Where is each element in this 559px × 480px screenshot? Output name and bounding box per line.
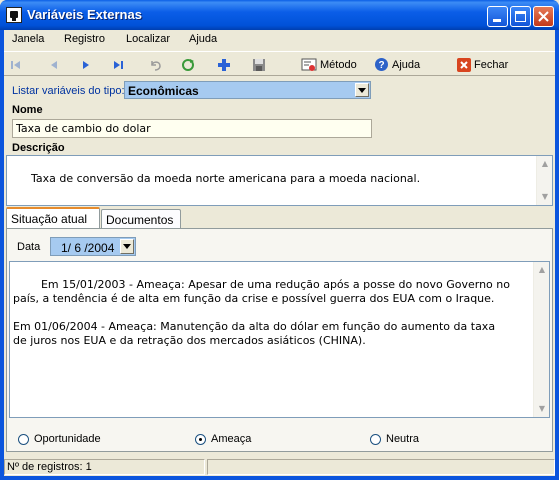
radio-oportunidade[interactable]: Oportunidade (18, 433, 101, 445)
descricao-scrollbar[interactable]: ▲ ▼ (536, 156, 552, 205)
menu-ajuda[interactable]: Ajuda (189, 33, 217, 45)
status-panel-empty (207, 459, 555, 475)
chevron-down-icon[interactable] (355, 83, 369, 97)
records-count: Nº de registros: 1 (4, 459, 205, 475)
radio-circle[interactable] (370, 433, 381, 445)
menu-localizar[interactable]: Localizar (126, 33, 170, 45)
radio-oportunidade-label: Oportunidade (34, 433, 101, 445)
save-button[interactable] (252, 55, 266, 74)
descricao-textarea[interactable]: Taxa de conversão da moeda norte america… (6, 155, 553, 206)
previous-record-button[interactable] (47, 55, 61, 74)
refresh-button[interactable] (180, 55, 196, 74)
refresh-icon (182, 58, 194, 71)
descricao-label: Descrição (12, 142, 65, 154)
descricao-text: Taxa de conversão da moeda norte america… (30, 172, 421, 185)
date-value: 1/ 6 /2004 (61, 241, 115, 255)
radio-neutra[interactable]: Neutra (370, 433, 419, 445)
status-bar: Nº de registros: 1 (4, 458, 555, 476)
first-record-button[interactable] (9, 55, 23, 74)
undo-icon (151, 60, 161, 71)
close-red-icon (457, 57, 471, 72)
scroll-up-icon[interactable]: ▲ (535, 263, 549, 277)
next-record-icon (83, 60, 89, 69)
radio-circle[interactable] (18, 433, 29, 445)
save-icon (253, 58, 265, 71)
nome-label: Nome (12, 104, 43, 116)
maximize-icon (515, 11, 526, 22)
window-title: Variáveis Externas (27, 7, 142, 22)
minimize-button[interactable] (487, 6, 508, 27)
next-record-button[interactable] (79, 55, 93, 74)
tab-documentos[interactable]: Documentos (101, 209, 181, 229)
toolbar: Método ? Ajuda Fechar (4, 51, 555, 76)
situacao-text: Em 15/01/2003 - Ameaça: Apesar de uma re… (13, 278, 510, 347)
scroll-down-icon[interactable]: ▼ (538, 190, 552, 204)
maximize-button[interactable] (510, 6, 531, 27)
close-icon (538, 11, 549, 22)
app-icon (6, 7, 22, 23)
window: Variáveis Externas Janela Registro Local… (0, 0, 559, 480)
client-area: Janela Registro Localizar Ajuda Método ?… (4, 30, 555, 476)
scroll-up-icon[interactable]: ▲ (538, 157, 552, 171)
radio-neutra-label: Neutra (386, 433, 420, 445)
situacao-textarea[interactable]: Em 15/01/2003 - Ameaça: Apesar de uma re… (9, 261, 550, 418)
minimize-icon (493, 19, 501, 22)
date-label: Data (17, 241, 41, 253)
fechar-label: Fechar (474, 58, 509, 71)
previous-record-icon (51, 60, 57, 69)
ajuda-button[interactable]: ? Ajuda (374, 55, 420, 74)
metodo-button[interactable]: Método (301, 55, 357, 74)
menu-janela[interactable]: Janela (12, 33, 44, 45)
svg-text:?: ? (378, 60, 384, 71)
title-bar[interactable]: Variáveis Externas (0, 0, 559, 30)
help-icon: ? (375, 58, 388, 71)
ajuda-label: Ajuda (392, 58, 421, 71)
first-record-icon (11, 60, 20, 69)
variable-type-value: Econômicas (128, 84, 199, 98)
menu-bar: Janela Registro Localizar Ajuda (4, 30, 555, 50)
add-record-button[interactable] (217, 55, 231, 74)
variable-type-select[interactable]: Econômicas (124, 81, 371, 99)
radio-circle-selected[interactable] (195, 433, 206, 445)
metodo-label: Método (320, 58, 357, 71)
situacao-panel: Data 1/ 6 /2004 Em 15/01/2003 - Ameaça: … (6, 228, 553, 452)
undo-button[interactable] (148, 55, 162, 74)
scroll-down-icon[interactable]: ▼ (535, 402, 549, 416)
menu-registro[interactable]: Registro (64, 33, 105, 45)
fechar-button[interactable]: Fechar (457, 55, 508, 74)
situacao-scrollbar[interactable]: ▲ ▼ (533, 262, 549, 417)
nome-field[interactable]: Taxa de cambio do dolar (12, 119, 372, 138)
date-dropdown-icon[interactable] (120, 239, 134, 254)
filter-label: Listar variáveis do tipo: (12, 85, 125, 97)
tab-situacao-atual[interactable]: Situação atual (6, 207, 100, 229)
last-record-button[interactable] (111, 55, 125, 74)
date-picker[interactable]: 1/ 6 /2004 (50, 237, 136, 256)
method-certificate-icon (301, 58, 317, 71)
last-record-icon (114, 60, 123, 69)
radio-ameaca-label: Ameaça (211, 433, 252, 445)
close-button[interactable] (533, 6, 554, 27)
plus-icon (218, 58, 230, 71)
radio-ameaca[interactable]: Ameaça (195, 433, 251, 445)
